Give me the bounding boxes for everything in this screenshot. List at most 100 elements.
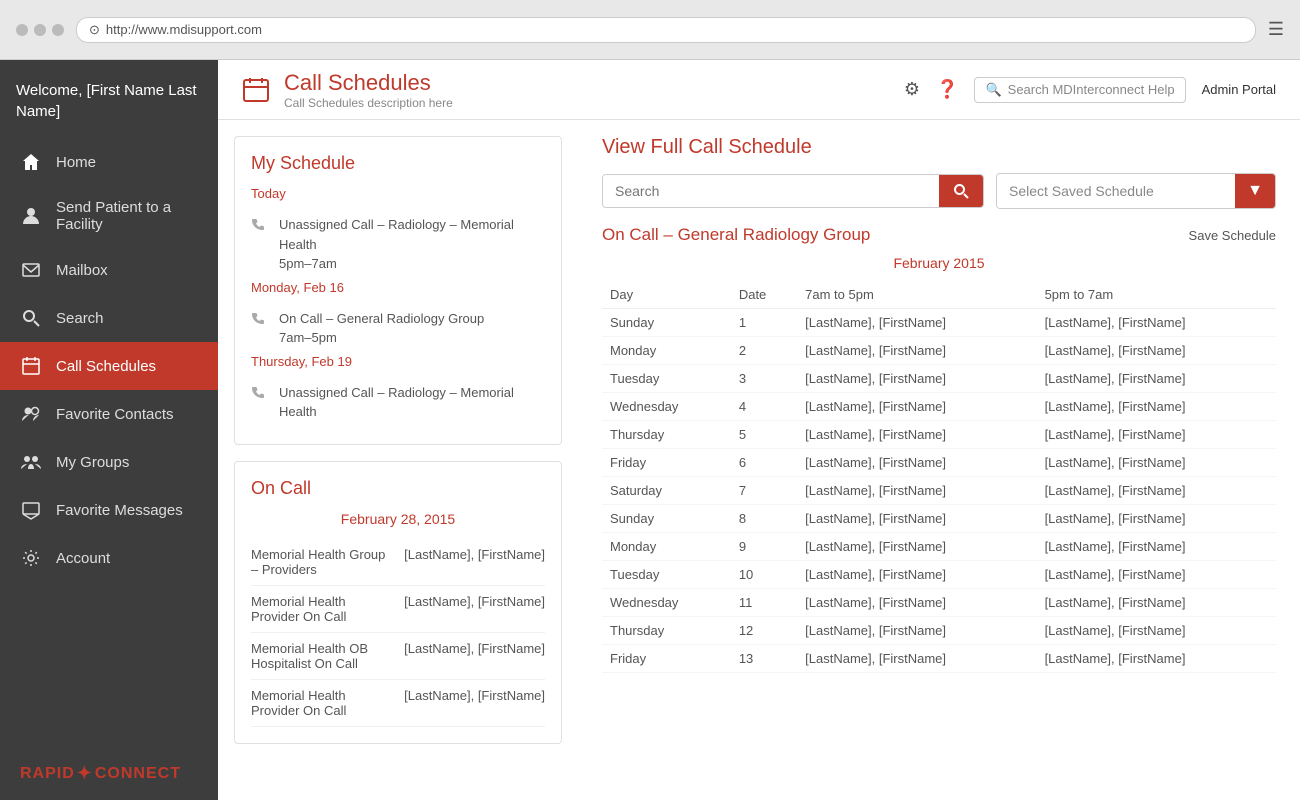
cell-date: 7 (731, 477, 797, 505)
cell-day: Tuesday (602, 365, 731, 393)
on-call-row: Memorial Health Provider On Call [LastNa… (251, 586, 545, 633)
table-row: Friday 13 [LastName], [FirstName] [LastN… (602, 645, 1276, 673)
cell-morning: [LastName], [FirstName] (797, 533, 1036, 561)
my-schedule-title: My Schedule (251, 153, 545, 174)
topbar-title-block: Call Schedules Call Schedules descriptio… (284, 70, 453, 110)
schedule-item-text: On Call – General Radiology Group7am–5pm (279, 309, 484, 348)
topbar-search-icon: 🔍 (985, 82, 1001, 98)
sidebar-item-home-label: Home (56, 154, 96, 171)
sidebar-item-mailbox[interactable]: Mailbox (0, 246, 218, 294)
month-title: February 2015 (602, 255, 1276, 271)
main-content: Call Schedules Call Schedules descriptio… (218, 60, 1300, 800)
admin-portal-link[interactable]: Admin Portal (1202, 82, 1276, 97)
sidebar-item-send-patient[interactable]: Send Patient to a Facility (0, 186, 218, 246)
app-container: Welcome, [First Name Last Name] Home (0, 60, 1300, 800)
cell-morning: [LastName], [FirstName] (797, 449, 1036, 477)
cell-night: [LastName], [FirstName] (1037, 449, 1276, 477)
table-row: Sunday 1 [LastName], [FirstName] [LastNa… (602, 309, 1276, 337)
browser-chrome: ⊙ http://www.mdisupport.com ☰ (0, 0, 1300, 60)
sidebar-item-favorite-messages[interactable]: Favorite Messages (0, 486, 218, 534)
cell-date: 9 (731, 533, 797, 561)
cell-date: 11 (731, 589, 797, 617)
sidebar-item-account[interactable]: Account (0, 534, 218, 582)
topbar-actions: ⚙ ❓ 🔍 Search MDInterconnect Help Admin P… (904, 77, 1276, 103)
cell-day: Sunday (602, 309, 731, 337)
cell-date: 2 (731, 337, 797, 365)
on-call-table: Memorial Health Group – Providers [LastN… (251, 539, 545, 727)
cell-morning: [LastName], [FirstName] (797, 393, 1036, 421)
on-call-row: Memorial Health Group – Providers [LastN… (251, 539, 545, 586)
on-call-card: On Call February 28, 2015 Memorial Healt… (234, 461, 562, 744)
on-call-group: Memorial Health Provider On Call (251, 688, 404, 718)
save-schedule-button[interactable]: Save Schedule (1189, 228, 1276, 243)
sidebar-nav: Home Send Patient to a Facility (0, 138, 218, 747)
cell-date: 10 (731, 561, 797, 589)
schedule-date-today: Today (251, 186, 545, 201)
search-input[interactable] (603, 175, 939, 207)
cell-day: Wednesday (602, 393, 731, 421)
message-icon (20, 499, 42, 521)
phone-icon (251, 311, 267, 327)
phone-icon (251, 385, 267, 401)
dot-close (16, 24, 28, 36)
table-header-row: Day Date 7am to 5pm 5pm to 7am (602, 281, 1276, 309)
sidebar-item-favorite-messages-label: Favorite Messages (56, 502, 183, 519)
cell-day: Monday (602, 533, 731, 561)
sidebar-item-home[interactable]: Home (0, 138, 218, 186)
search-button[interactable] (939, 175, 983, 207)
account-gear-icon (20, 547, 42, 569)
cell-day: Friday (602, 449, 731, 477)
cell-night: [LastName], [FirstName] (1037, 421, 1276, 449)
sidebar-item-search[interactable]: Search (0, 294, 218, 342)
cell-night: [LastName], [FirstName] (1037, 589, 1276, 617)
schedule-item-text: Unassigned Call – Radiology – Memorial H… (279, 383, 545, 422)
address-bar[interactable]: ⊙ http://www.mdisupport.com (76, 17, 1256, 43)
schedule-table-body: Sunday 1 [LastName], [FirstName] [LastNa… (602, 309, 1276, 673)
cell-morning: [LastName], [FirstName] (797, 421, 1036, 449)
on-call-row: Memorial Health Provider On Call [LastNa… (251, 680, 545, 727)
settings-icon[interactable]: ⚙ (904, 79, 920, 100)
sidebar-item-favorite-contacts[interactable]: Favorite Contacts (0, 390, 218, 438)
full-schedule-header: On Call – General Radiology Group Save S… (602, 225, 1276, 245)
table-row: Tuesday 10 [LastName], [FirstName] [Last… (602, 561, 1276, 589)
table-row: Monday 9 [LastName], [FirstName] [LastNa… (602, 533, 1276, 561)
sidebar-welcome: Welcome, [First Name Last Name] (0, 60, 218, 138)
cell-morning: [LastName], [FirstName] (797, 337, 1036, 365)
table-row: Wednesday 11 [LastName], [FirstName] [La… (602, 589, 1276, 617)
cell-morning: [LastName], [FirstName] (797, 617, 1036, 645)
cell-day: Wednesday (602, 589, 731, 617)
cell-morning: [LastName], [FirstName] (797, 365, 1036, 393)
sidebar: Welcome, [First Name Last Name] Home (0, 60, 218, 800)
table-row: Monday 2 [LastName], [FirstName] [LastNa… (602, 337, 1276, 365)
cell-night: [LastName], [FirstName] (1037, 393, 1276, 421)
phone-icon (251, 217, 267, 233)
topbar-search-bar[interactable]: 🔍 Search MDInterconnect Help (974, 77, 1185, 103)
cell-morning: [LastName], [FirstName] (797, 561, 1036, 589)
cell-morning: [LastName], [FirstName] (797, 505, 1036, 533)
group-icon (20, 451, 42, 473)
sidebar-item-call-schedules[interactable]: Call Schedules (0, 342, 218, 390)
table-row: Friday 6 [LastName], [FirstName] [LastNa… (602, 449, 1276, 477)
content-body: My Schedule Today Unassigned Call – Radi… (218, 120, 1300, 800)
browser-dots (16, 24, 64, 36)
select-schedule-dropdown[interactable]: Select Saved Schedule (997, 174, 1235, 208)
browser-menu-icon[interactable]: ☰ (1268, 19, 1284, 40)
schedule-date-thu-feb19: Thursday, Feb 19 (251, 354, 545, 369)
cell-night: [LastName], [FirstName] (1037, 533, 1276, 561)
col-night: 5pm to 7am (1037, 281, 1276, 309)
select-schedule-wrap: Select Saved Schedule ▼ (996, 173, 1276, 209)
cell-date: 12 (731, 617, 797, 645)
table-row: Sunday 8 [LastName], [FirstName] [LastNa… (602, 505, 1276, 533)
schedule-table: Day Date 7am to 5pm 5pm to 7am Sunday 1 … (602, 281, 1276, 673)
sidebar-item-my-groups-label: My Groups (56, 454, 129, 471)
select-schedule-btn[interactable]: ▼ (1235, 174, 1275, 208)
on-call-group: Memorial Health Group – Providers (251, 547, 404, 577)
cell-date: 13 (731, 645, 797, 673)
help-icon[interactable]: ❓ (936, 79, 958, 100)
app-logo: RAPID ✦ CONNECT (0, 747, 218, 800)
col-morning: 7am to 5pm (797, 281, 1036, 309)
cell-night: [LastName], [FirstName] (1037, 477, 1276, 505)
cell-night: [LastName], [FirstName] (1037, 505, 1276, 533)
on-call-date: February 28, 2015 (251, 511, 545, 527)
sidebar-item-my-groups[interactable]: My Groups (0, 438, 218, 486)
